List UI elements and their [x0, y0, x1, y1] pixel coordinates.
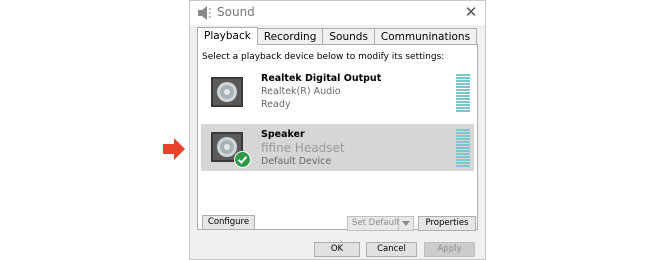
chevron-down-icon[interactable]	[398, 217, 413, 230]
properties-button[interactable]: Properties	[418, 216, 476, 231]
device-name: Speaker	[261, 129, 305, 140]
speaker-device-icon	[211, 77, 243, 107]
tab-strip: Playback Recording Sounds Communinations	[197, 27, 478, 45]
window-title: Sound	[217, 5, 255, 19]
title-bar: Sound ✕	[190, 1, 485, 25]
device-item-speaker[interactable]: Speaker fifine Headset Default Device	[201, 124, 474, 171]
tab-communications[interactable]: Communinations	[373, 28, 478, 44]
tab-sounds[interactable]: Sounds	[322, 28, 375, 44]
device-status: Default Device	[261, 156, 332, 167]
device-driver: fifine Headset	[261, 141, 345, 155]
device-item-realtek-digital-output[interactable]: Realtek Digital Output Realtek(R) Audio …	[201, 67, 474, 114]
set-default-button[interactable]: Set Default	[347, 216, 414, 231]
configure-button[interactable]: Configure	[202, 215, 255, 230]
playback-panel: Select a playback device below to modify…	[197, 44, 478, 231]
speaker-icon	[198, 6, 211, 20]
default-device-check-icon	[234, 151, 251, 168]
apply-button[interactable]: Apply	[424, 242, 475, 257]
tab-recording[interactable]: Recording	[256, 28, 324, 44]
instruction-text: Select a playback device below to modify…	[202, 52, 445, 62]
ok-button[interactable]: OK	[314, 242, 360, 257]
annotation-arrow-right-icon	[163, 138, 185, 160]
volume-meter	[456, 74, 470, 112]
close-icon: ✕	[464, 3, 478, 21]
sound-dialog: Sound ✕ Playback Recording Sounds Commun…	[189, 0, 486, 260]
device-name: Realtek Digital Output	[261, 73, 382, 84]
set-default-label: Set Default	[352, 218, 400, 228]
volume-meter	[456, 129, 470, 167]
device-driver: Realtek(R) Audio	[261, 86, 341, 97]
device-status: Ready	[261, 99, 291, 110]
close-button[interactable]: ✕	[463, 4, 479, 20]
tab-playback[interactable]: Playback	[197, 27, 258, 45]
cancel-button[interactable]: Cancel	[366, 242, 417, 257]
